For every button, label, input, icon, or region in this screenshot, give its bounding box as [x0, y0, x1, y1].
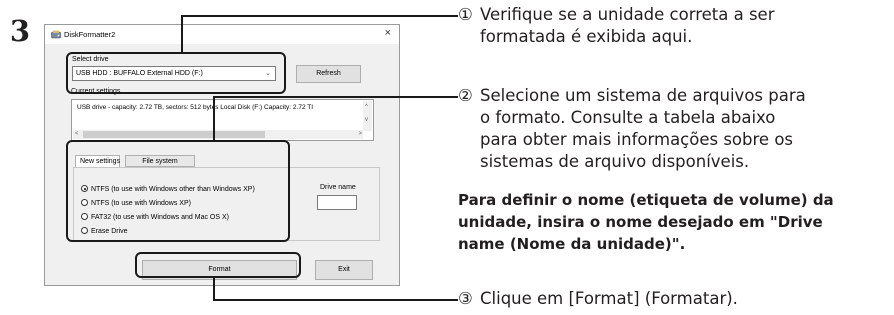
- drive-name-input[interactable]: [317, 195, 357, 210]
- note-line: Para definir o nome (etiqueta de volume)…: [458, 191, 834, 209]
- note-line: name (Nome da unidade)".: [458, 235, 686, 253]
- annotation-line: Selecione um sistema de arquivos para: [480, 86, 806, 105]
- vertical-scrollbar[interactable]: ^ v: [363, 101, 372, 131]
- refresh-button[interactable]: Refresh: [296, 65, 361, 83]
- annotation-line: formatada é exibida aqui.: [480, 27, 693, 46]
- annotation-line: para obter mais informações sobre os: [480, 130, 794, 149]
- scroll-left-icon[interactable]: <: [75, 131, 79, 137]
- leader-line-1-vertical: [181, 15, 183, 52]
- exit-button[interactable]: Exit: [315, 260, 373, 280]
- current-settings-text: USB drive - capacity: 2.72 TB, sectors: …: [77, 104, 314, 111]
- scrollbar-thumb[interactable]: [83, 131, 265, 138]
- drive-name-note: Para definir o nome (etiqueta de volume)…: [458, 189, 892, 255]
- annotation-number: ③: [458, 289, 473, 308]
- step-number: 3: [9, 14, 31, 48]
- note-line: unidade, insira o nome desejado em "Driv…: [458, 213, 823, 231]
- disk-formatter-app-icon: [51, 30, 61, 39]
- callout-frame-format-button: [135, 252, 301, 278]
- annotation-line: sistemas de arquivo disponíveis.: [480, 152, 750, 171]
- horizontal-scrollbar[interactable]: < >: [73, 130, 363, 139]
- title-bar: DiskFormatter2 ×: [45, 25, 399, 44]
- drive-name-label: Drive name: [320, 184, 356, 191]
- scroll-right-icon[interactable]: >: [358, 131, 362, 137]
- scroll-up-icon[interactable]: ^: [365, 104, 368, 110]
- close-icon[interactable]: ×: [385, 28, 391, 39]
- leader-line-2-horizontal: [213, 96, 458, 98]
- annotation-number: ①: [458, 5, 473, 24]
- window-title: DiskFormatter2: [64, 30, 116, 39]
- scroll-down-icon[interactable]: v: [365, 117, 368, 123]
- annotation-line: Verifique se a unidade correta a ser: [480, 5, 775, 24]
- callout-frame-file-system: [66, 140, 290, 242]
- annotation-line: Clique em [Format] (Formatar).: [480, 289, 738, 308]
- annotation-number: ②: [458, 86, 473, 105]
- leader-line-2-vertical: [213, 96, 215, 140]
- annotation-line: o formato. Consulte a tabela abaixo: [480, 108, 776, 127]
- exit-button-label: Exit: [338, 266, 350, 273]
- leader-line-3-vertical: [213, 278, 215, 301]
- leader-line-3-horizontal: [213, 299, 458, 301]
- refresh-button-label: Refresh: [316, 70, 341, 77]
- current-settings-box: USB drive - capacity: 2.72 TB, sectors: …: [71, 99, 374, 141]
- leader-line-1-horizontal: [181, 15, 458, 17]
- callout-frame-select-drive: [66, 52, 286, 94]
